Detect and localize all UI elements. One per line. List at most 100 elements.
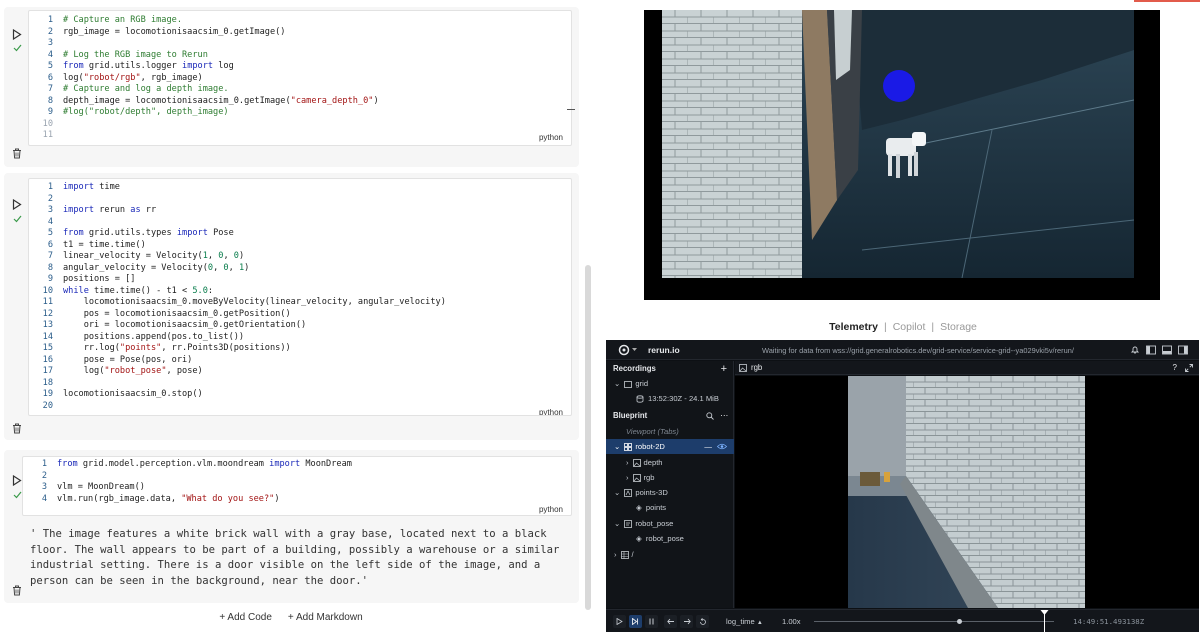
chevron-right-icon[interactable]: › [606, 550, 617, 559]
code-editor-2[interactable]: 1 import time 2 3 import rerun as rr 4 5 from g… [28, 178, 572, 416]
code-line[interactable]: 2 [29, 194, 571, 206]
code-line[interactable]: 8 angular_velocity = Velocity(0, 0, 1) [29, 263, 571, 275]
code-line[interactable]: 15 rr.log("points", rr.Points3D(position… [29, 343, 571, 355]
search-icon[interactable] [706, 411, 714, 420]
view-item-root[interactable]: › / [606, 547, 734, 562]
code-line[interactable]: 5 from grid.utils.types import Pose [29, 228, 571, 240]
code-line[interactable]: 1 # Capture an RGB image. [29, 15, 571, 27]
bell-icon[interactable] [1130, 345, 1140, 355]
view-item-robot-2d[interactable]: ⌄ robot-2D — [606, 439, 734, 454]
trash-icon[interactable] [7, 582, 27, 598]
trash-icon[interactable] [7, 145, 27, 161]
code-line[interactable]: 3 vlm = MoonDream() [23, 482, 571, 494]
code-line[interactable]: 18 [29, 378, 571, 390]
code-line[interactable]: 19 locomotionisaacsim_0.stop() [29, 389, 571, 401]
recording-entry[interactable]: 13:52:30Z - 24.1 MiB [606, 391, 734, 406]
code-line[interactable]: 11 [29, 130, 571, 142]
add-code-button[interactable]: + Add Code [219, 612, 272, 628]
line-number: 13 [42, 320, 53, 330]
chevron-down-icon[interactable]: ⌄ [606, 379, 620, 388]
code-line[interactable]: 12 pos = locomotionisaacsim_0.getPositio… [29, 309, 571, 321]
blueprint-header: Blueprint ⋯ [613, 411, 728, 420]
run-icon[interactable] [7, 196, 27, 212]
code-line[interactable]: 14 positions.append(pos.to_list()) [29, 332, 571, 344]
code-line[interactable]: 1 from grid.model.perception.vlm.moondrea… [23, 459, 571, 471]
chevron-down-icon[interactable]: ⌄ [606, 442, 620, 451]
chevron-down-icon[interactable]: ⌄ [606, 488, 620, 497]
chevron-right-icon[interactable]: › [606, 473, 629, 482]
code-line[interactable]: 13 ori = locomotionisaacsim_0.getOrienta… [29, 320, 571, 332]
add-markdown-button[interactable]: + Add Markdown [288, 612, 363, 628]
chevron-right-icon[interactable]: › [606, 458, 629, 467]
code-text: rgb_image = locomotionisaacsim_0.getImag… [63, 26, 286, 37]
code-text: from grid.model.perception.vlm.moondream… [57, 459, 352, 469]
code-line[interactable]: 7 linear_velocity = Velocity(1, 0, 0) [29, 251, 571, 263]
pause-button[interactable] [645, 615, 658, 628]
code-line[interactable]: 10 [29, 119, 571, 131]
code-line[interactable]: 3 [29, 38, 571, 50]
code-cell-1[interactable]: 1 # Capture an RGB image. 2 rgb_image = loc… [4, 7, 579, 167]
code-editor-3[interactable]: 1 from grid.model.perception.vlm.moondrea… [22, 456, 572, 516]
step-forward-button[interactable] [680, 615, 693, 628]
language-label: python [538, 408, 563, 416]
step-back-button[interactable] [664, 615, 677, 628]
entity-item-depth[interactable]: › depth [606, 455, 734, 470]
rerun-image-view[interactable] [735, 376, 1199, 608]
add-recording-button[interactable]: + [721, 363, 727, 375]
code-cell-2[interactable]: 1 import time 2 3 import rerun as rr 4 5 from g… [4, 173, 579, 440]
code-line[interactable]: 4 [29, 217, 571, 229]
timeline-selector[interactable]: log_time ▲ [726, 617, 763, 626]
chevron-down-icon[interactable] [632, 348, 637, 352]
left-panel-toggle-icon[interactable] [1146, 345, 1156, 355]
code-line[interactable]: 2 [23, 471, 571, 483]
timeline-track[interactable] [814, 621, 1054, 622]
playback-speed[interactable]: 1.00x [782, 617, 801, 626]
code-line[interactable]: 5 from grid.utils.logger import log [29, 61, 571, 73]
code-line[interactable]: 3 import rerun as rr [29, 205, 571, 217]
rerun-brand: rerun.io [648, 345, 680, 355]
code-editor-1[interactable]: 1 # Capture an RGB image. 2 rgb_image = loc… [28, 10, 572, 146]
play-button[interactable] [613, 615, 626, 628]
notebook-scrollbar[interactable] [585, 265, 591, 610]
follow-button[interactable] [629, 615, 642, 628]
code-line[interactable]: 1 import time [29, 182, 571, 194]
view-item-robot-pose[interactable]: ⌄ robot_pose [606, 516, 734, 531]
view-item-points-3d[interactable]: ⌄ points-3D [606, 485, 734, 500]
bottom-panel-toggle-icon[interactable] [1162, 345, 1172, 355]
more-options-icon[interactable]: ⋯ [720, 411, 728, 420]
run-icon[interactable] [7, 472, 27, 488]
recording-item-grid[interactable]: ⌄ grid [606, 376, 734, 391]
code-line[interactable]: 16 pose = Pose(pos, ori) [29, 355, 571, 367]
help-icon[interactable]: ? [1173, 363, 1177, 372]
code-line[interactable]: 17 log("robot_pose", pose) [29, 366, 571, 378]
maximize-icon[interactable] [1185, 364, 1193, 372]
loop-button[interactable] [696, 615, 709, 628]
code-line[interactable]: 4 vlm.run(rgb_image.data, "What do you se… [23, 494, 571, 506]
right-panel-toggle-icon[interactable] [1178, 345, 1188, 355]
eye-icon[interactable] [717, 443, 727, 450]
code-line[interactable]: 11 locomotionisaacsim_0.moveByVelocity(l… [29, 297, 571, 309]
remove-icon[interactable]: — [704, 442, 712, 451]
tab-telemetry[interactable]: Telemetry [823, 321, 884, 333]
code-line[interactable]: 20 [29, 401, 571, 413]
entity-item-rgb[interactable]: › rgb [606, 470, 734, 485]
tab-storage[interactable]: Storage [934, 321, 983, 333]
chevron-down-icon[interactable]: ⌄ [606, 519, 620, 528]
entity-item-points[interactable]: ◈ points [606, 500, 734, 515]
code-line[interactable]: 7 # Capture and log a depth image. [29, 84, 571, 96]
code-line[interactable]: 6 t1 = time.time() [29, 240, 571, 252]
timeline-playhead[interactable] [1040, 610, 1049, 632]
viewport-item[interactable]: Viewport (Tabs) [606, 424, 734, 439]
code-line[interactable]: 6 log("robot/rgb", rgb_image) [29, 73, 571, 85]
trash-icon[interactable] [7, 420, 27, 436]
code-line[interactable]: 9 #log("robot/depth", depth_image) [29, 107, 571, 119]
tab-copilot[interactable]: Copilot [887, 321, 932, 333]
rerun-menu-icon[interactable] [618, 344, 630, 356]
entity-item-robot-pose[interactable]: ◈ robot_pose [606, 531, 734, 546]
code-line[interactable]: 2 rgb_image = locomotionisaacsim_0.getIma… [29, 27, 571, 39]
code-line[interactable]: 10 while time.time() - t1 < 5.0: [29, 286, 571, 298]
code-line[interactable]: 8 depth_image = locomotionisaacsim_0.getI… [29, 96, 571, 108]
caret-up-icon: ▲ [756, 620, 763, 626]
code-line[interactable]: 4 # Log the RGB image to Rerun [29, 50, 571, 62]
code-line[interactable]: 9 positions = [] [29, 274, 571, 286]
